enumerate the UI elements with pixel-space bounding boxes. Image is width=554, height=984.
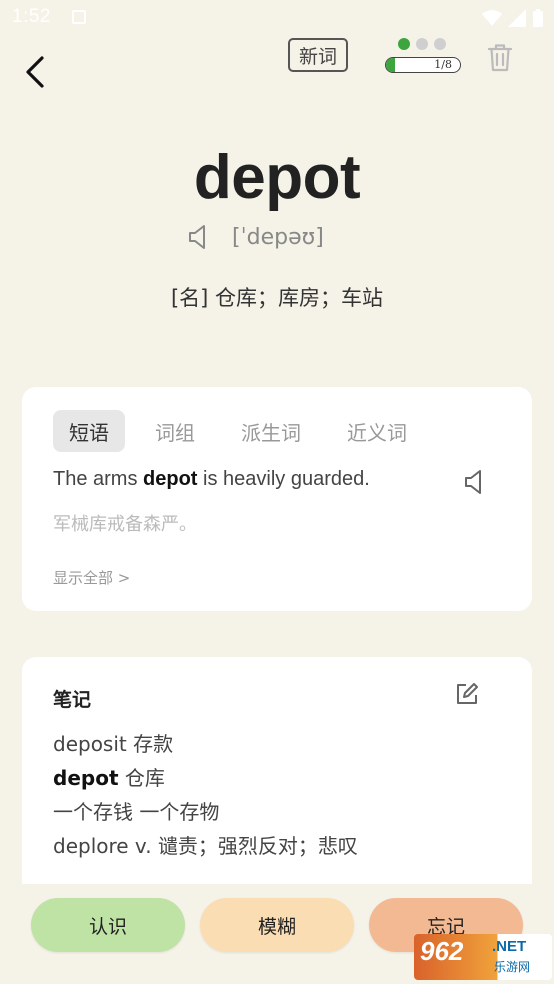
- notes-title: 笔记: [53, 689, 92, 711]
- example-highlight: depot: [143, 468, 198, 490]
- review-dot: [434, 38, 446, 50]
- battery-icon: [533, 9, 543, 27]
- note-line: depot 仓库: [53, 766, 165, 790]
- site-watermark: 962 .NET 乐游网: [414, 934, 552, 980]
- word-definition: [名] 仓库；库房；车站: [170, 286, 384, 310]
- notification-icon: [72, 10, 86, 24]
- word-title: depot: [193, 143, 361, 212]
- review-dots: [398, 38, 446, 50]
- watermark-sub: 乐游网: [494, 960, 531, 974]
- note-line: deposit 存款: [53, 732, 174, 756]
- review-dot: [416, 38, 428, 50]
- note-line: deplore v. 谴责；强烈反对；悲叹: [53, 834, 358, 858]
- phonetic-row: [ˈdepəʊ]: [188, 224, 324, 250]
- example-translation: 军械库戒备森严。: [53, 514, 197, 535]
- watermark-logo: 962: [420, 936, 464, 966]
- chevron-left-icon: [26, 56, 44, 88]
- notes-card: 笔记 deposit 存款 depot 仓库 一个存钱 一个存物 deplore…: [22, 657, 532, 897]
- edit-icon: [457, 683, 478, 704]
- status-time: 1:52: [12, 6, 51, 27]
- back-button[interactable]: [18, 52, 58, 92]
- progress-fill: [386, 58, 396, 72]
- vague-button[interactable]: 模糊: [200, 898, 354, 952]
- watermark-text: .NET: [492, 938, 527, 955]
- note-line: 一个存钱 一个存物: [53, 800, 220, 824]
- example-text: is heavily guarded.: [197, 468, 370, 490]
- tab-word-groups[interactable]: 词组: [139, 410, 211, 452]
- delete-button[interactable]: [486, 42, 514, 72]
- phonetic-text: [ˈdepəʊ]: [232, 224, 324, 250]
- status-icons: [482, 8, 544, 28]
- status-bar: 1:52: [0, 0, 554, 36]
- know-button[interactable]: 认识: [31, 898, 185, 952]
- example-tabs: 短语 词组 派生词 近义词: [53, 410, 437, 452]
- tab-derivatives[interactable]: 派生词: [225, 410, 317, 452]
- progress-bar: 1/8: [385, 57, 461, 73]
- tab-synonyms[interactable]: 近义词: [331, 410, 423, 452]
- review-dot: [398, 38, 410, 50]
- notes-content: deposit 存款 depot 仓库 一个存钱 一个存物 deplore v.…: [53, 727, 358, 863]
- speaker-icon[interactable]: [464, 469, 486, 495]
- example-text: The arms: [53, 468, 144, 490]
- speaker-icon[interactable]: [188, 224, 210, 250]
- progress-text: 1/8: [434, 58, 452, 71]
- signal-icon: [508, 9, 526, 27]
- show-all-link[interactable]: 显示全部 >: [53, 567, 130, 588]
- example-card: 短语 词组 派生词 近义词 The arms depot is heavily …: [22, 387, 532, 611]
- edit-note-button[interactable]: [454, 681, 480, 707]
- tab-phrases[interactable]: 短语: [53, 410, 125, 452]
- wifi-icon: [482, 10, 502, 26]
- example-sentence: The arms depot is heavily guarded.: [53, 468, 370, 491]
- trash-icon: [487, 44, 513, 72]
- new-word-badge: 新词: [288, 38, 348, 72]
